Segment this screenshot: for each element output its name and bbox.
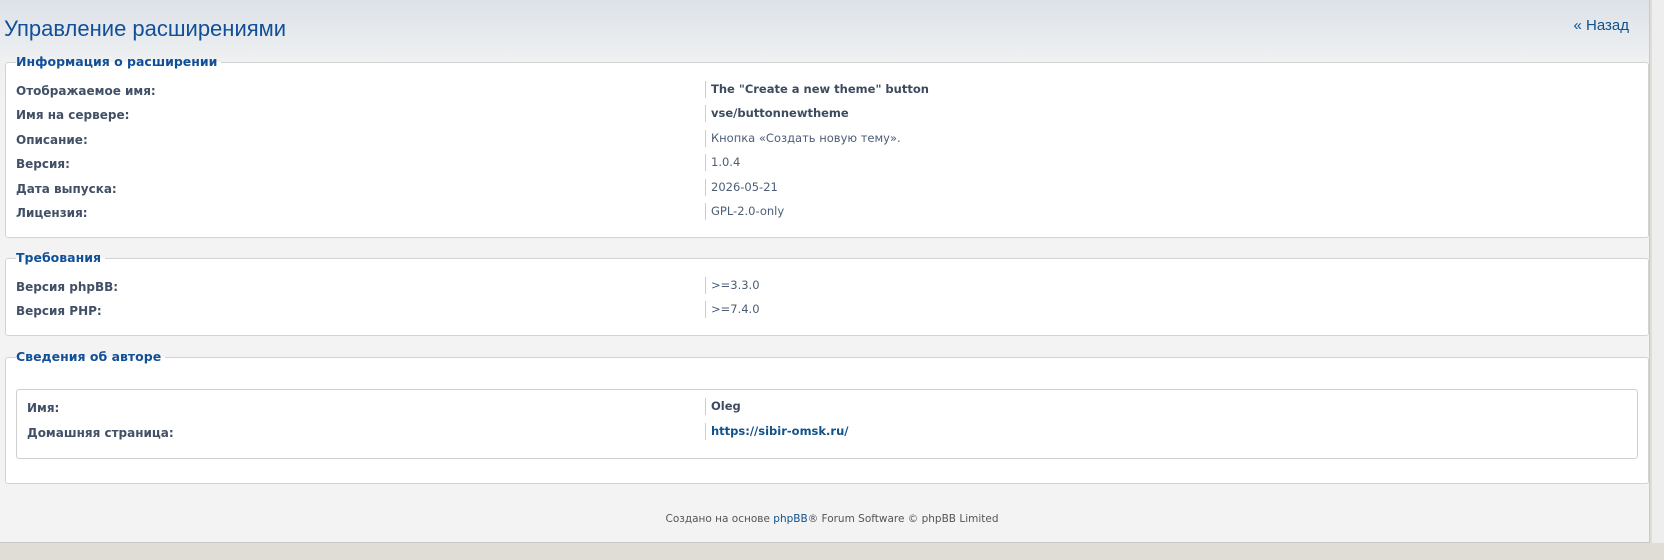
main-panel: Управление расширениями « Назад Информац…	[0, 0, 1650, 543]
row-label: Имя на сервере:	[16, 108, 130, 122]
requirements-section: Требования Версия phpBB: >=3.3.0 Версия …	[5, 250, 1649, 336]
row-value: 1.0.4	[705, 154, 740, 171]
row-value: Кнопка «Создать новую тему».	[705, 130, 901, 147]
homepage-link[interactable]: https://sibir-omsk.ru/	[711, 424, 848, 438]
info-row-display-name: Отображаемое имя: The "Create a new them…	[6, 81, 1648, 106]
info-row-description: Описание: Кнопка «Создать новую тему».	[6, 130, 1648, 155]
author-row-homepage: Домашняя страница: https://sibir-omsk.ru…	[17, 423, 1637, 448]
section-legend: Информация о расширении	[16, 54, 222, 69]
row-value: https://sibir-omsk.ru/	[705, 423, 848, 440]
scrollbar[interactable]	[1652, 0, 1664, 543]
extension-info-section: Информация о расширении Отображаемое имя…	[5, 54, 1649, 238]
info-row-license: Лицензия: GPL-2.0-only	[6, 203, 1648, 228]
req-row-phpbb: Версия phpBB: >=3.3.0	[6, 277, 1648, 302]
author-section: Сведения об авторе Имя: Oleg Домашняя ст…	[5, 349, 1649, 484]
section-legend: Требования	[16, 250, 106, 265]
row-label: Лицензия:	[16, 206, 88, 220]
row-value: >=7.4.0	[705, 301, 760, 318]
phpbb-link[interactable]: phpBB	[773, 513, 807, 525]
row-label: Дата выпуска:	[16, 182, 117, 196]
info-row-version: Версия: 1.0.4	[6, 154, 1648, 179]
footer-suffix: ® Forum Software © phpBB Limited	[807, 513, 999, 525]
section-legend: Сведения об авторе	[16, 349, 166, 364]
info-row-release-date: Дата выпуска: 2026-05-21	[6, 179, 1648, 204]
row-label: Описание:	[16, 133, 88, 147]
footer-prefix: Создано на основе	[665, 513, 770, 525]
row-value: >=3.3.0	[705, 277, 760, 294]
row-value: vse/buttonnewtheme	[705, 105, 849, 122]
row-label: Домашняя страница:	[27, 426, 174, 440]
row-value: Oleg	[705, 398, 741, 415]
author-row-name: Имя: Oleg	[17, 398, 1637, 423]
row-label: Имя:	[27, 401, 60, 415]
footer: Создано на основе phpBB® Forum Software …	[0, 513, 1664, 525]
info-row-server-name: Имя на сервере: vse/buttonnewtheme	[6, 105, 1648, 130]
author-block: Имя: Oleg Домашняя страница: https://sib…	[16, 389, 1638, 459]
back-link[interactable]: « Назад	[1574, 17, 1630, 34]
row-label: Отображаемое имя:	[16, 84, 156, 98]
row-label: Версия:	[16, 157, 70, 171]
row-label: Версия PHP:	[16, 304, 102, 318]
row-label: Версия phpBB:	[16, 280, 119, 294]
row-value: GPL-2.0-only	[705, 203, 784, 220]
row-value: The "Create a new theme" button	[705, 81, 929, 98]
page-title: Управление расширениями	[4, 16, 287, 41]
req-row-php: Версия PHP: >=7.4.0	[6, 301, 1648, 326]
row-value: 2026-05-21	[705, 179, 778, 196]
